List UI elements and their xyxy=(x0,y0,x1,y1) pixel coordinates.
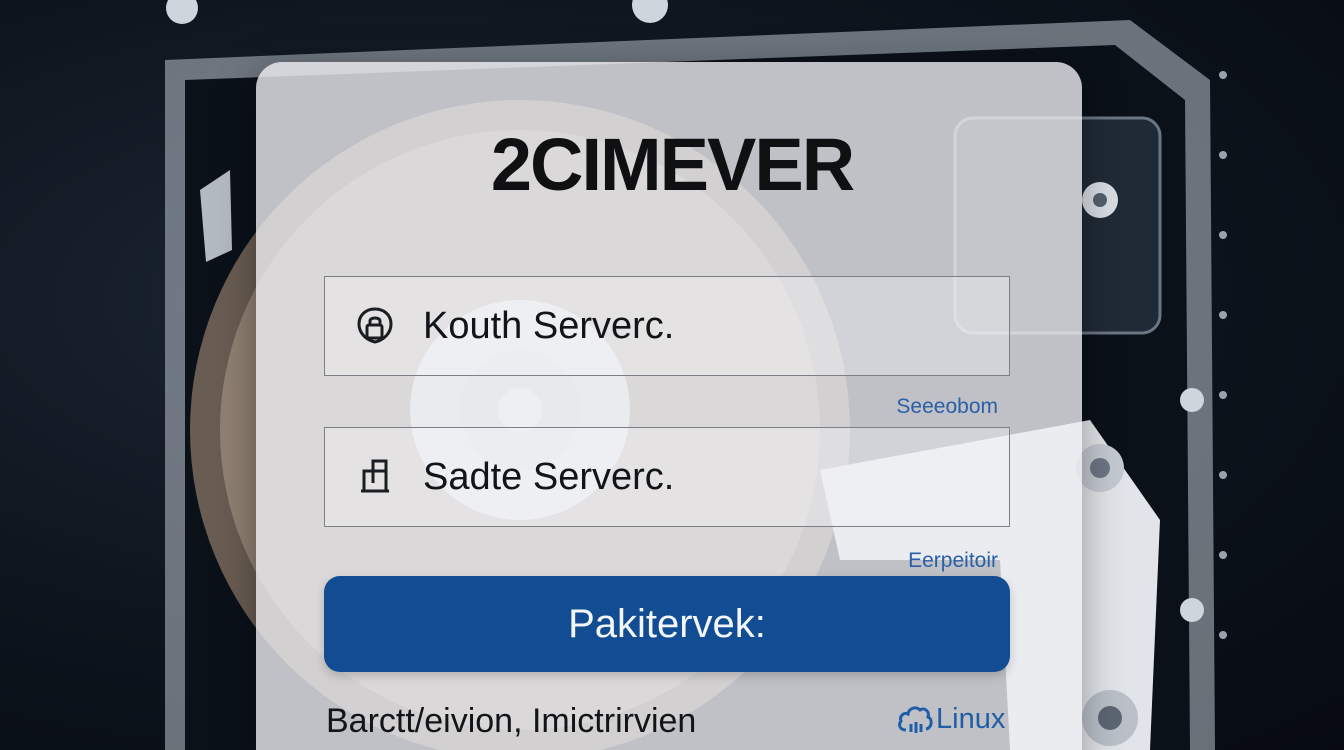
field-2-link[interactable]: Eerpeitoir xyxy=(908,549,998,573)
lock-shield-icon xyxy=(353,304,397,348)
footer-text: Barctt/eivion, Imictrirvien xyxy=(326,702,697,740)
server-field-1[interactable]: Kouth Serverc. xyxy=(324,276,1010,376)
server-field-1-value: Kouth Serverc. xyxy=(423,304,675,347)
login-screen: 2CIMEVER Kouth Serverc. Seeeobom Sadte S… xyxy=(0,0,1344,750)
server-field-2-value: Sadte Serverc. xyxy=(423,455,675,498)
field-1-link[interactable]: Seeeobom xyxy=(896,395,998,419)
server-field-2[interactable]: Sadte Serverc. xyxy=(324,427,1010,527)
submit-button[interactable]: Pakitervek: xyxy=(324,576,1010,672)
linux-badge-label: Linux xyxy=(936,702,1006,735)
cloud-icon xyxy=(896,702,934,736)
door-icon xyxy=(353,455,397,499)
linux-badge[interactable]: Linux xyxy=(896,702,1005,736)
brand-logo: 2CIMEVER xyxy=(490,123,855,206)
